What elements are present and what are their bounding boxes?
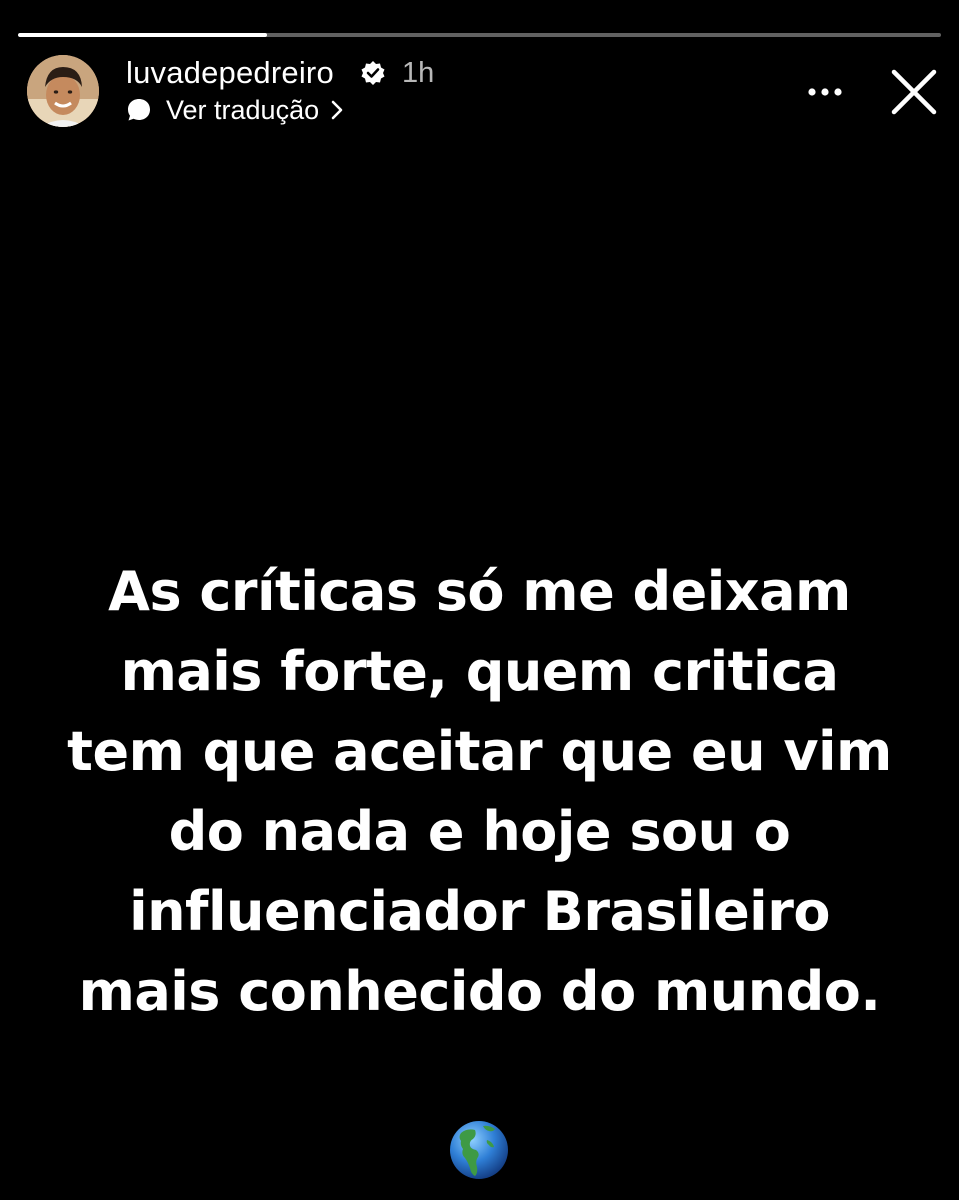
close-icon[interactable] — [886, 64, 942, 120]
story-progress-bar — [18, 33, 941, 37]
more-options-button[interactable] — [800, 72, 850, 112]
story-progress-fill — [18, 33, 268, 37]
story-text: As críticas só me deixam mais forte, que… — [67, 560, 892, 1023]
chevron-right-icon — [331, 100, 343, 120]
story-timestamp: 1h — [402, 57, 435, 89]
username[interactable]: luvadepedreiro — [126, 54, 334, 92]
avatar-image — [27, 55, 99, 127]
globe-americas-icon — [450, 1121, 508, 1179]
avatar[interactable] — [27, 55, 99, 127]
translate-button[interactable]: Ver tradução — [126, 92, 345, 128]
chat-bubble-icon — [128, 99, 150, 121]
verified-badge-icon — [361, 61, 385, 85]
translate-label: Ver tradução — [166, 95, 320, 125]
